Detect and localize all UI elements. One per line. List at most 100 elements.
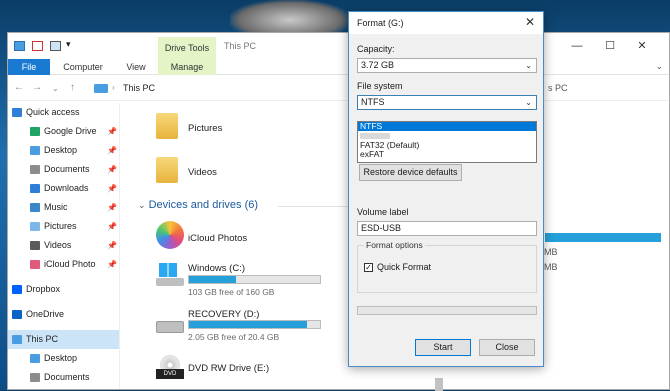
up-arrow-icon[interactable]: ↑ (70, 82, 75, 93)
volume-label-input[interactable]: ESD-USB (357, 221, 537, 236)
nav-item[interactable]: This PC (8, 330, 119, 349)
file-system-option[interactable]: NTFS (358, 122, 536, 131)
nav-item[interactable]: Google Drive 📌 (8, 122, 119, 141)
minimize-button[interactable]: — (563, 37, 591, 55)
file-explorer-window: ▾ Drive Tools This PC — ☐ ✕ File Compute… (7, 32, 670, 391)
drive-name[interactable]: Windows (C:) (188, 263, 245, 274)
nav-item[interactable]: Quick access (8, 103, 119, 122)
devices-section-header[interactable]: ⌄ Devices and drives (6) (138, 199, 258, 211)
quick-format-checkbox[interactable]: ✓ (364, 263, 373, 272)
capacity-select[interactable]: 3.72 GB ⌄ (357, 58, 537, 73)
this-pc-icon (14, 41, 25, 51)
drive-name[interactable]: RECOVERY (D:) (188, 309, 259, 320)
close-icon[interactable]: ✕ (525, 15, 535, 29)
recent-locations-icon[interactable]: ⌄ (52, 84, 59, 93)
icloud-photo-icon (30, 260, 40, 269)
maximize-button[interactable]: ☐ (596, 37, 624, 55)
new-folder-icon[interactable] (50, 41, 61, 51)
search-box[interactable]: s PC (548, 83, 568, 93)
dialog-title: Format (G:) (357, 18, 404, 28)
google-drive-icon (30, 127, 40, 136)
navigation-pane: Quick access Google Drive 📌 Desktop 📌 Documen… (8, 103, 120, 389)
dvd-drive-icon[interactable]: DVD (156, 355, 188, 379)
pin-icon[interactable]: 📌 (107, 217, 117, 236)
pin-icon[interactable]: 📌 (107, 122, 117, 141)
quick-format-label[interactable]: Quick Format (377, 262, 431, 272)
drive-free-space: 2.05 GB free of 20.4 GB (188, 332, 280, 342)
file-system-value: NTFS (361, 97, 385, 107)
properties-icon[interactable] (32, 41, 43, 51)
nav-item-label: Quick access (26, 107, 80, 117)
close-button[interactable]: ✕ (628, 37, 656, 55)
forward-arrow-icon[interactable]: → (32, 82, 42, 93)
nav-item[interactable]: Documents 📌 (8, 160, 119, 179)
desktop-icon (30, 354, 40, 363)
back-arrow-icon[interactable]: ← (14, 82, 24, 93)
pin-icon[interactable]: 📌 (107, 179, 117, 198)
start-button[interactable]: Start (415, 339, 471, 356)
file-system-option[interactable]: exFAT (358, 150, 536, 159)
icloud-photos-icon[interactable] (156, 221, 184, 249)
format-options-label: Format options (364, 240, 425, 250)
chevron-down-icon[interactable]: ⌄ (655, 61, 663, 72)
star-icon (12, 108, 22, 117)
downloads-icon (30, 184, 40, 193)
tab-manage[interactable]: Manage (158, 59, 216, 75)
format-dialog: Format (G:) ✕ Capacity: 3.72 GB ⌄ File s… (348, 11, 544, 367)
music-icon (30, 203, 40, 212)
pictures-folder-icon[interactable] (156, 113, 178, 139)
customize-toolbar-icon[interactable]: ▾ (66, 39, 71, 50)
close-button[interactable]: Close (479, 339, 535, 356)
file-system-option[interactable]: FAT32 (Default) (358, 141, 536, 150)
chevron-down-icon: ⌄ (525, 61, 532, 70)
breadcrumb[interactable]: This PC (123, 83, 155, 93)
file-system-dropdown-list: NTFS FAT32 (Default) exFAT (357, 121, 537, 163)
window-title: This PC (224, 41, 257, 51)
nav-item[interactable]: Videos 📌 (8, 236, 119, 255)
nav-item-label: Documents (44, 372, 90, 382)
file-system-select[interactable]: NTFS ⌄ (357, 95, 537, 110)
nav-item-label: Downloads (44, 183, 89, 193)
drive-name[interactable]: DVD RW Drive (E:) (188, 363, 269, 374)
nav-item[interactable]: Downloads 📌 (8, 179, 119, 198)
folder-label[interactable]: Pictures (188, 123, 222, 134)
nav-item[interactable]: Desktop (8, 349, 119, 368)
restore-defaults-button[interactable]: Restore device defaults (359, 164, 462, 181)
videos-icon (30, 241, 40, 250)
file-system-option[interactable] (360, 133, 390, 139)
folder-label[interactable]: Videos (188, 167, 217, 178)
documents-icon (30, 165, 40, 174)
format-progress-bar (357, 306, 537, 315)
drive-free-space: 103 GB free of 160 GB (188, 287, 275, 297)
pin-icon[interactable]: 📌 (107, 255, 117, 274)
windows-drive-icon[interactable] (156, 263, 188, 287)
nav-item[interactable]: Documents (8, 368, 119, 387)
tab-file[interactable]: File (8, 59, 50, 75)
tab-view[interactable]: View (116, 59, 156, 75)
nav-item[interactable]: OneDrive (8, 305, 119, 324)
nav-item-label: OneDrive (26, 309, 65, 319)
capacity-label: Capacity: (357, 44, 395, 54)
nav-item[interactable]: Dropbox (8, 280, 119, 299)
breadcrumb-chevron-icon[interactable]: › (112, 83, 115, 92)
pin-icon[interactable]: 📌 (107, 236, 117, 255)
nav-item-label: This PC (26, 334, 59, 344)
pin-icon[interactable]: 📌 (107, 160, 117, 179)
nav-item-label: Music (44, 202, 68, 212)
chevron-down-icon: ⌄ (525, 98, 532, 107)
drive-name[interactable]: iCloud Photos (188, 233, 247, 244)
explorer-titlebar: ▾ Drive Tools This PC — ☐ ✕ (8, 33, 669, 59)
nav-item-label: iCloud Photo (44, 259, 96, 269)
scrollbar-thumb[interactable] (435, 378, 443, 391)
videos-folder-icon[interactable] (156, 157, 178, 183)
nav-item[interactable]: Desktop 📌 (8, 141, 119, 160)
address-bar: ← → ⌄ ↑ › This PC s PC (8, 75, 669, 101)
pin-icon[interactable]: 📌 (107, 198, 117, 217)
nav-item[interactable]: Pictures 📌 (8, 217, 119, 236)
nav-item[interactable]: Music 📌 (8, 198, 119, 217)
tab-computer[interactable]: Computer (58, 59, 108, 75)
nav-item[interactable]: iCloud Photo 📌 (8, 255, 119, 274)
pin-icon[interactable]: 📌 (107, 141, 117, 160)
hard-drive-icon[interactable] (156, 313, 188, 337)
pictures-icon (30, 222, 40, 231)
